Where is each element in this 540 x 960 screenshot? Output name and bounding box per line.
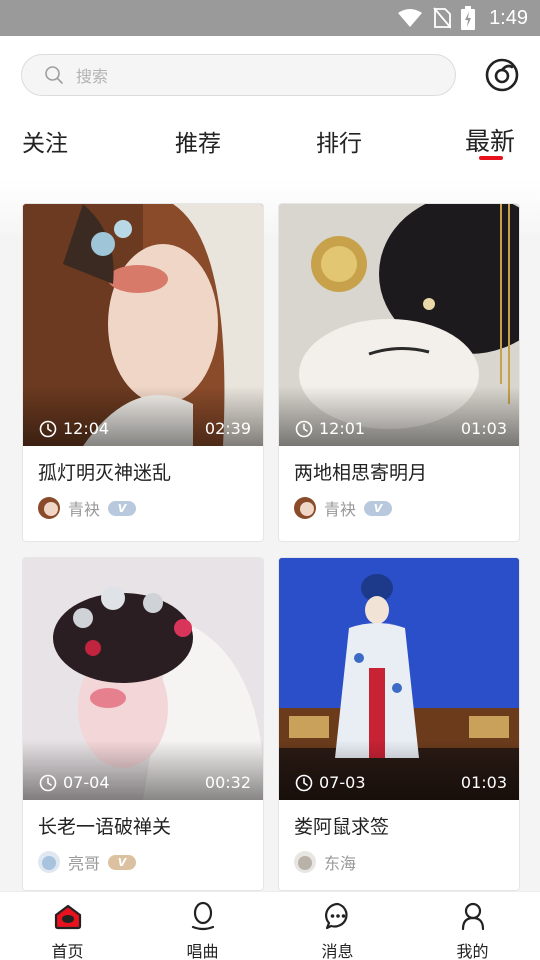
video-thumbnail[interactable]: 12:01 01:03	[279, 204, 519, 446]
verified-badge: V	[108, 854, 137, 870]
video-title[interactable]: 两地相思寄明月	[294, 458, 427, 485]
status-bar: 1:49	[0, 0, 540, 36]
home-icon	[54, 904, 81, 930]
search-icon	[45, 66, 63, 84]
clock-icon	[295, 774, 313, 791]
nav-home[interactable]: 首页	[0, 892, 135, 960]
video-title[interactable]: 娄阿鼠求签	[294, 812, 389, 839]
video-title[interactable]: 长老一语破禅关	[38, 812, 171, 839]
search-input[interactable]: 搜索	[21, 54, 456, 96]
upload-time: 07-04	[39, 773, 110, 792]
uploader-name: 东海	[324, 854, 357, 873]
category-tabs: 关注 推荐 排行 最新	[0, 118, 540, 168]
tab-follow[interactable]: 关注	[22, 124, 68, 158]
upload-time-text: 12:01	[319, 419, 366, 438]
video-thumbnail[interactable]: 07-03 01:03	[279, 558, 519, 800]
bottom-nav: 首页 唱曲 消息 我的	[0, 891, 540, 960]
clock-icon	[39, 420, 57, 437]
nav-sing[interactable]: 唱曲	[135, 892, 270, 960]
uploader[interactable]: 青袂 V	[294, 496, 393, 520]
profile-icon	[461, 902, 484, 931]
tab-latest[interactable]: 最新	[465, 122, 515, 158]
uploader[interactable]: 青袂 V	[38, 496, 137, 520]
uploader-name: 亮哥	[68, 854, 101, 873]
avatar	[38, 851, 60, 873]
avatar	[294, 851, 316, 873]
video-card[interactable]: 12:01 01:03 两地相思寄明月 青袂 V	[278, 203, 520, 542]
verified-badge: V	[364, 500, 393, 516]
nav-profile[interactable]: 我的	[405, 892, 540, 960]
nav-messages[interactable]: 消息	[270, 892, 405, 960]
battery-charging-icon	[461, 6, 476, 30]
upload-time: 07-03	[295, 773, 366, 792]
tab-active-indicator	[479, 156, 503, 160]
uploader[interactable]: 东海	[294, 850, 356, 874]
verified-badge: V	[108, 500, 137, 516]
search-placeholder: 搜索	[76, 67, 109, 86]
uploader-name: 青袂	[68, 500, 101, 519]
upload-time-text: 07-04	[63, 773, 110, 792]
uploader-name: 青袂	[324, 500, 357, 519]
uploader[interactable]: 亮哥 V	[38, 850, 137, 874]
avatar	[294, 497, 316, 519]
wifi-icon	[398, 9, 423, 27]
nav-label: 首页	[51, 942, 84, 960]
video-title[interactable]: 孤灯明灭神迷乱	[38, 458, 171, 485]
video-card[interactable]: 12:04 02:39 孤灯明灭神迷乱 青袂 V	[22, 203, 264, 542]
microphone-icon	[191, 901, 214, 931]
clock-icon	[295, 420, 313, 437]
video-duration: 01:03	[460, 773, 507, 792]
upload-time-text: 07-03	[319, 773, 366, 792]
video-thumbnail[interactable]: 07-04 00:32	[23, 558, 263, 800]
video-duration: 01:03	[460, 419, 507, 438]
video-duration: 02:39	[204, 419, 251, 438]
upload-time-text: 12:04	[63, 419, 110, 438]
clock-icon	[39, 774, 57, 791]
tab-ranking[interactable]: 排行	[316, 124, 362, 158]
video-card[interactable]: 07-03 01:03 娄阿鼠求签 东海	[278, 557, 520, 891]
status-icons: 1:49	[397, 0, 528, 36]
message-icon	[324, 902, 348, 930]
status-time: 1:49	[489, 6, 528, 29]
video-thumbnail[interactable]: 12:04 02:39	[23, 204, 263, 446]
avatar	[38, 497, 60, 519]
video-duration: 00:32	[204, 773, 251, 792]
no-sim-icon	[433, 7, 452, 29]
upload-time: 12:04	[39, 419, 109, 438]
nav-label: 消息	[321, 942, 354, 960]
upload-time: 12:01	[295, 419, 365, 438]
nav-label: 我的	[456, 942, 489, 960]
video-card[interactable]: 07-04 00:32 长老一语破禅关 亮哥 V	[22, 557, 264, 891]
nav-label: 唱曲	[186, 942, 219, 960]
record-disc-icon[interactable]	[485, 58, 519, 92]
tab-recommend[interactable]: 推荐	[175, 124, 221, 158]
